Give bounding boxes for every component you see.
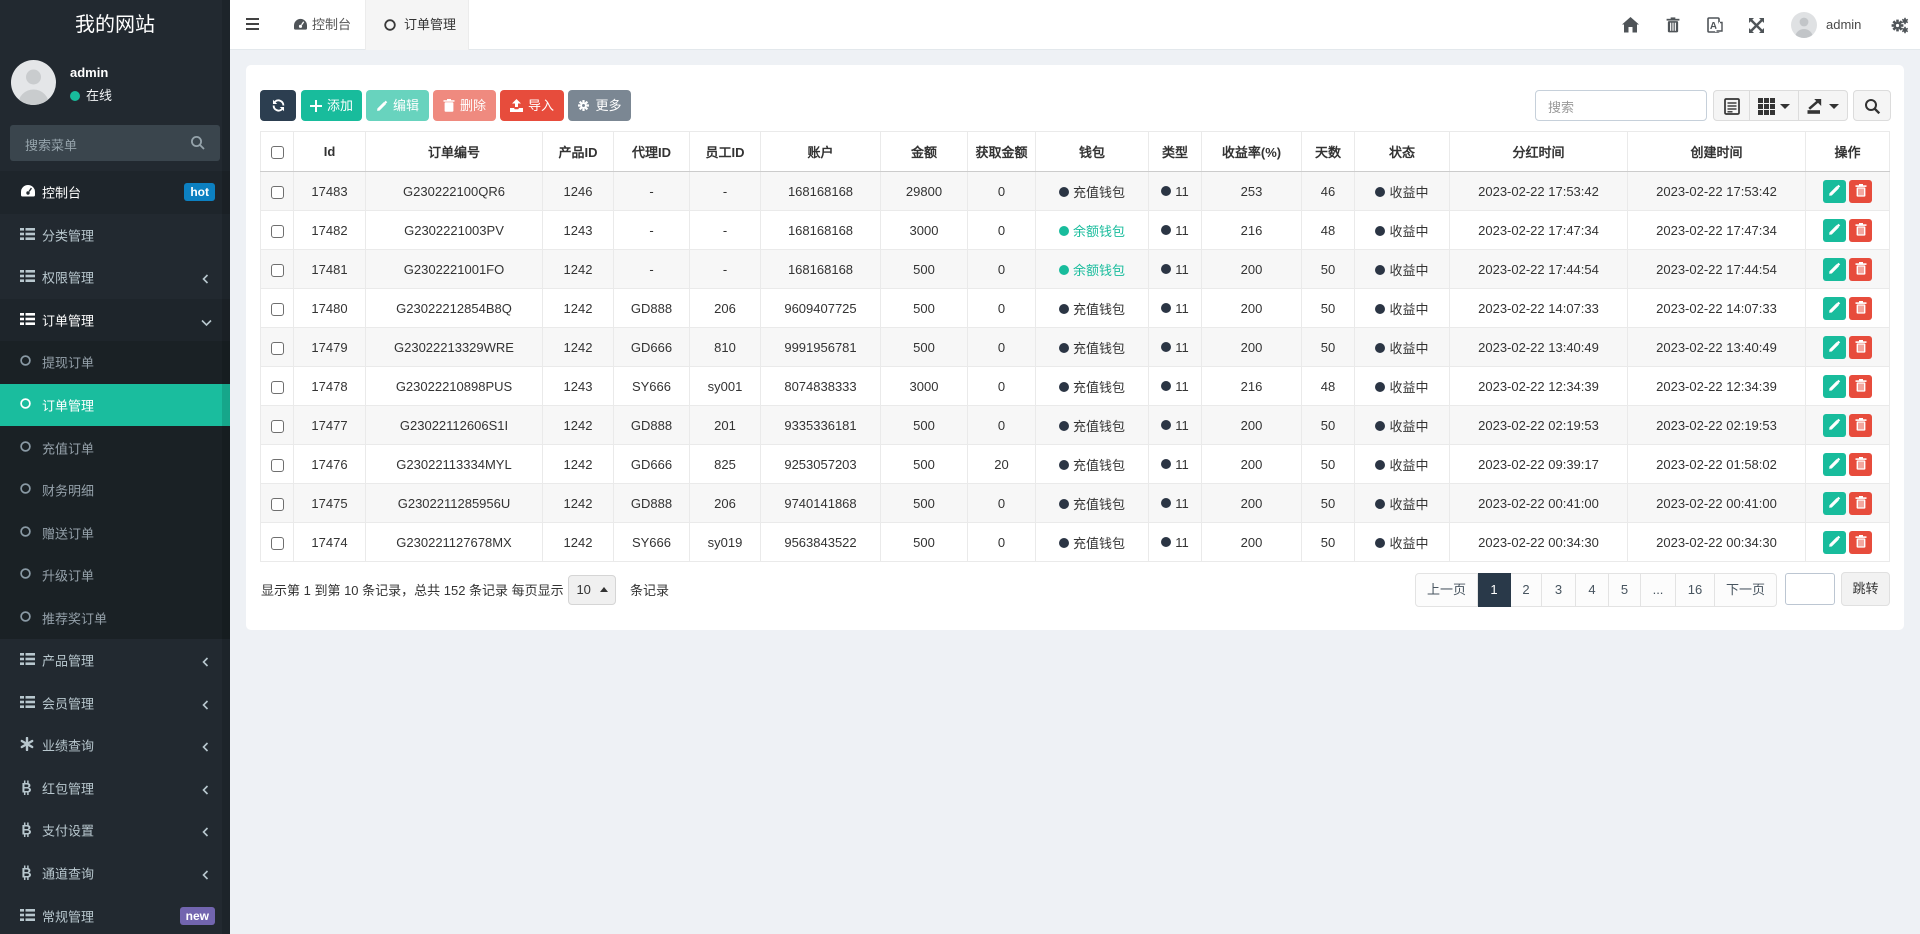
svg-text:B: B	[21, 822, 31, 837]
svg-text:B: B	[21, 865, 31, 880]
svg-text:B: B	[21, 780, 31, 795]
